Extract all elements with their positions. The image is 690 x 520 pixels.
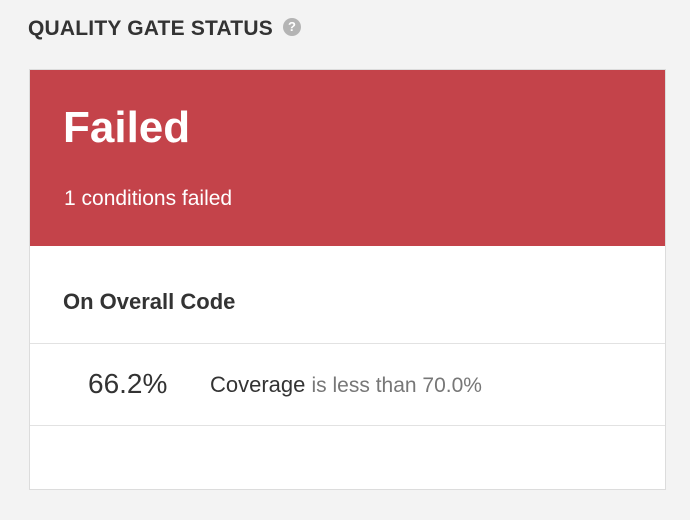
status-label: Failed [63, 103, 191, 152]
condition-text: Coverage is less than 70.0% [210, 371, 482, 400]
status-summary: 1 conditions failed [64, 187, 233, 210]
condition-row: 66.2% Coverage is less than 70.0% [30, 344, 665, 425]
quality-gate-card: Failed 1 conditions failed On Overall Co… [29, 69, 666, 490]
condition-operator: is less than 70.0% [311, 374, 482, 397]
page-title: QUALITY GATE STATUS [28, 17, 273, 40]
divider [30, 425, 665, 426]
condition-metric: Coverage [210, 372, 306, 397]
section-title: On Overall Code [63, 289, 236, 314]
status-banner: Failed 1 conditions failed [30, 70, 665, 246]
help-icon[interactable]: ? [282, 18, 301, 36]
quality-gate-header: QUALITY GATE STATUS ? [28, 14, 301, 44]
condition-value[interactable]: 66.2% [88, 368, 167, 400]
